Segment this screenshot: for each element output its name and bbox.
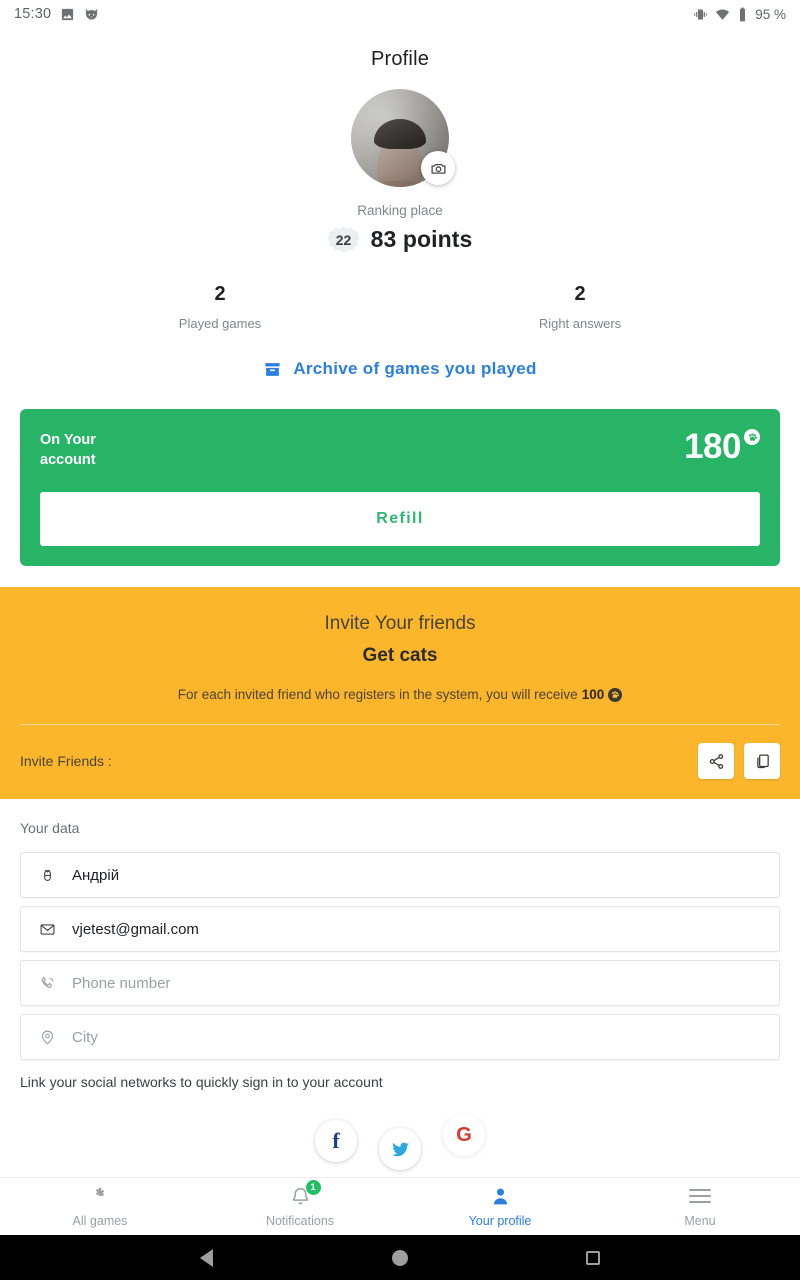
nav-item-menu[interactable]: Menu (600, 1185, 800, 1228)
rank-badge: 22 (328, 227, 360, 253)
stats-row: 2 Played games 2 Right answers (0, 283, 800, 331)
clock-label: 15:30 (14, 6, 52, 22)
invite-description: For each invited friend who registers in… (20, 687, 780, 702)
invite-reward-amount: 100 (581, 687, 605, 703)
account-balance: 180 (684, 427, 760, 466)
vibrate-icon (694, 9, 707, 19)
copy-icon (756, 754, 769, 768)
share-button[interactable] (698, 743, 734, 780)
nav-icon-wrap (490, 1185, 511, 1207)
google-icon: G (456, 1123, 472, 1146)
archive-link[interactable]: Archive of games you played (0, 359, 800, 379)
invite-friends-section: Invite Your friends Get cats For each in… (0, 587, 800, 800)
change-photo-button[interactable] (421, 151, 455, 185)
stat-played-games: 2 Played games (40, 283, 400, 331)
rank-row: 22 83 points (0, 226, 800, 253)
bottom-navigation: All games 1 Notifications Your profile M… (0, 1177, 800, 1235)
page-title: Profile (370, 48, 430, 70)
points-label: 83 points (370, 226, 473, 252)
image-icon (62, 8, 74, 20)
ranking-place-label: Ranking place (357, 203, 443, 218)
invite-description-text: For each invited friend who registers in… (177, 687, 578, 703)
invite-subtitle: Get cats (362, 645, 438, 667)
status-bar-left: 15:30 (14, 6, 99, 22)
archive-icon (265, 362, 280, 376)
your-data-section: Your data Андрій vjetest@gmail.com Phone… (0, 820, 800, 1090)
home-circle-icon[interactable] (391, 1249, 408, 1266)
nav-label: All games (72, 1214, 128, 1228)
archive-link-label: Archive of games you played (293, 359, 537, 378)
account-balance-value: 180 (684, 427, 741, 466)
hamburger-icon (689, 1189, 711, 1203)
battery-percent-label: 95 % (755, 6, 786, 22)
status-bar-right: 95 % (693, 7, 786, 22)
your-data-title: Your data (20, 820, 80, 837)
paw-icon (608, 687, 623, 702)
notifications-badge: 1 (305, 1180, 321, 1195)
invite-actions (698, 743, 780, 780)
cat-icon (86, 8, 98, 19)
mail-icon (40, 923, 55, 935)
city-field[interactable]: City (20, 1014, 780, 1061)
battery-icon (740, 7, 746, 21)
account-label-line2: account (40, 451, 96, 468)
stat-value: 2 (214, 283, 226, 305)
twitter-login-button[interactable] (379, 1128, 421, 1171)
nav-label: Menu (684, 1214, 716, 1228)
account-balance-card: On Your account 180 Refill (20, 409, 780, 567)
share-icon (709, 753, 723, 769)
google-login-button[interactable]: G (443, 1114, 485, 1157)
nav-icon-wrap (89, 1185, 111, 1207)
user-icon (44, 869, 51, 881)
camera-icon (430, 163, 446, 174)
nav-icon-wrap (689, 1185, 711, 1207)
stat-label: Right answers (538, 316, 622, 331)
nav-item-your-profile[interactable]: Your profile (400, 1185, 600, 1228)
account-label-line1: On Your (40, 432, 96, 448)
copy-link-button[interactable] (744, 743, 780, 780)
status-bar: 15:30 95 % (0, 0, 800, 28)
invite-friends-label: Invite Friends : (20, 753, 112, 770)
app-screen: 15:30 95 % Profile Ranking place 22 83 p… (0, 0, 800, 1280)
nav-item-notifications[interactable]: 1 Notifications (200, 1180, 400, 1228)
stat-value: 2 (574, 283, 586, 305)
twitter-icon (391, 1142, 409, 1156)
phone-field[interactable]: Phone number (20, 960, 780, 1007)
wifi-icon (716, 9, 730, 20)
paw-icon (744, 429, 760, 445)
location-icon (41, 1030, 54, 1045)
nav-label: Notifications (265, 1214, 335, 1228)
city-placeholder: City (72, 1028, 98, 1046)
avatar-container (351, 89, 455, 187)
nav-icon-wrap: 1 (290, 1180, 321, 1207)
name-field[interactable]: Андрій (20, 852, 780, 899)
facebook-login-button[interactable]: f (315, 1120, 357, 1163)
gamepad-icon (95, 1187, 105, 1197)
nav-item-all-games[interactable]: All games (0, 1185, 200, 1228)
link-social-hint: Link your social networks to quickly sig… (20, 1074, 383, 1091)
back-triangle-icon[interactable] (200, 1248, 213, 1267)
stat-label: Played games (178, 316, 262, 331)
email-value: vjetest@gmail.com (72, 920, 199, 938)
email-field[interactable]: vjetest@gmail.com (20, 906, 780, 953)
stat-right-answers: 2 Right answers (400, 283, 760, 331)
name-value: Андрій (72, 866, 120, 884)
system-navigation-bar (0, 1235, 800, 1280)
person-icon (493, 1188, 507, 1204)
nav-label: Your profile (468, 1214, 532, 1228)
phone-placeholder: Phone number (72, 974, 171, 992)
invite-friends-row: Invite Friends : (20, 725, 780, 799)
invite-title: Invite Your friends (324, 613, 476, 635)
account-label: On Your account (40, 431, 96, 470)
account-card-top: On Your account 180 (40, 427, 760, 470)
facebook-icon: f (332, 1128, 340, 1154)
system-nav-inner (200, 1248, 600, 1267)
rank-badge-value: 22 (335, 231, 352, 248)
phone-icon (41, 976, 54, 988)
refill-button[interactable]: Refill (40, 492, 760, 547)
recents-square-icon[interactable] (586, 1250, 600, 1265)
social-buttons: f G (0, 1114, 800, 1171)
